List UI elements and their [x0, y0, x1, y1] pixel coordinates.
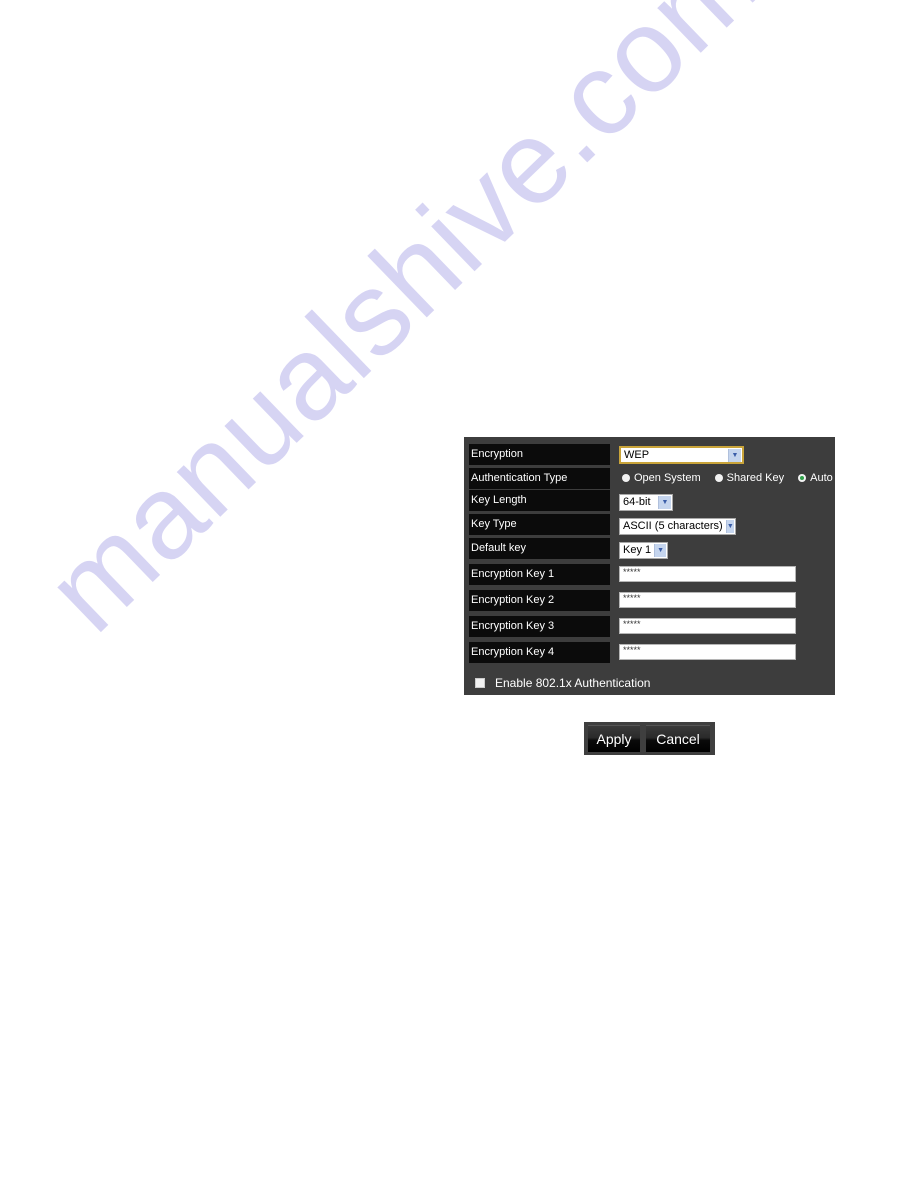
action-button-bar: Apply Cancel	[584, 722, 715, 755]
encryption-key-3-input[interactable]: *****	[619, 618, 796, 634]
enable-8021x-label: Enable 802.1x Authentication	[495, 676, 651, 690]
encryption-key-1-input[interactable]: *****	[619, 566, 796, 582]
chevron-down-icon: ▼	[654, 543, 666, 557]
authentication-type-label: Authentication Type	[469, 468, 610, 489]
encryption-key-4-label: Encryption Key 4	[469, 642, 610, 663]
radio-button-icon	[622, 474, 630, 482]
enable-8021x-checkbox[interactable]	[475, 678, 485, 688]
radio-button-selected-icon	[798, 474, 807, 482]
apply-button[interactable]: Apply	[588, 725, 640, 752]
key-length-value: 64-bit	[623, 496, 651, 508]
key-type-select[interactable]: ASCII (5 characters) ▼	[619, 517, 736, 535]
radio-label: Open System	[634, 472, 701, 484]
default-key-value: Key 1	[623, 544, 652, 556]
encryption-select[interactable]: WEP ▼	[619, 446, 744, 464]
default-key-label: Default key	[469, 538, 610, 559]
authentication-type-radios: Open System Shared Key Auto	[622, 472, 833, 484]
radio-shared-key[interactable]: Shared Key	[714, 472, 785, 484]
radio-button-icon	[714, 474, 723, 482]
key-length-select[interactable]: 64-bit ▼	[619, 493, 673, 511]
chevron-down-icon: ▼	[658, 495, 671, 509]
encryption-label: Encryption	[469, 444, 610, 465]
encryption-key-2-input[interactable]: *****	[619, 592, 796, 608]
encryption-key-1-label: Encryption Key 1	[469, 564, 610, 585]
cancel-button[interactable]: Cancel	[646, 725, 710, 752]
chevron-down-icon: ▼	[728, 448, 741, 462]
key-type-value: ASCII (5 characters)	[623, 520, 723, 532]
chevron-down-icon: ▼	[725, 519, 734, 533]
key-type-label: Key Type	[469, 514, 610, 535]
default-key-select[interactable]: Key 1 ▼	[619, 541, 668, 559]
radio-label: Auto	[810, 472, 833, 484]
encryption-key-3-label: Encryption Key 3	[469, 616, 610, 637]
encryption-key-4-input[interactable]: *****	[619, 644, 796, 660]
key-length-label: Key Length	[469, 490, 610, 511]
enable-8021x-row: Enable 802.1x Authentication	[475, 676, 650, 690]
encryption-key-2-label: Encryption Key 2	[469, 590, 610, 611]
wireless-security-panel: Encryption WEP ▼ Authentication Type Ope…	[464, 437, 835, 695]
encryption-value: WEP	[624, 449, 650, 461]
radio-open-system[interactable]: Open System	[622, 472, 701, 484]
radio-auto[interactable]: Auto	[798, 472, 833, 484]
radio-label: Shared Key	[726, 472, 785, 484]
